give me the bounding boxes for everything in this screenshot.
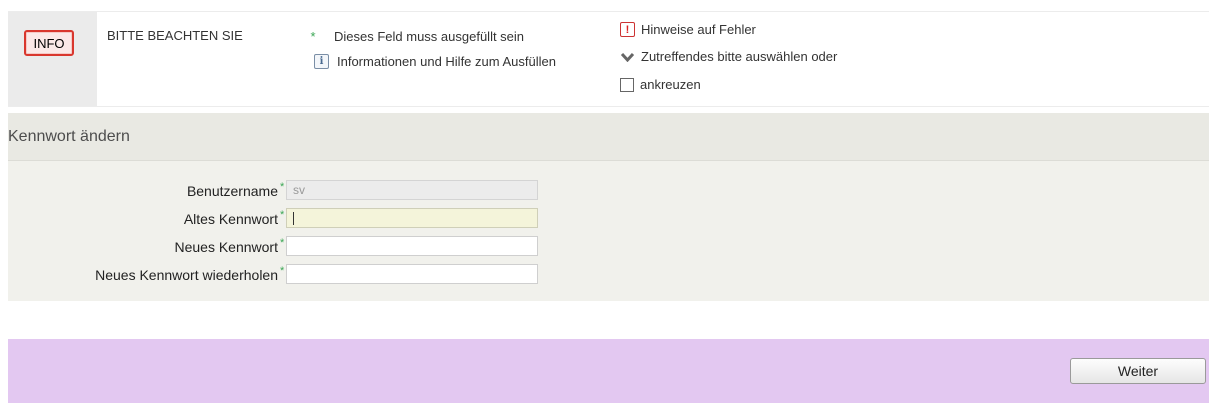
info-banner-sidebar: INFO: [8, 12, 97, 106]
legend-required: * Dieses Feld muss ausgefüllt sein: [306, 29, 524, 44]
required-star-icon: *: [280, 209, 285, 221]
page-title: Kennwort ändern: [8, 128, 130, 145]
legend-error: ! Hinweise auf Fehler: [620, 22, 756, 37]
legend-checkbox-text: ankreuzen: [640, 77, 701, 92]
checkbox-icon: [620, 77, 634, 92]
old-password-field[interactable]: [286, 208, 538, 228]
action-bar: Weiter: [8, 339, 1209, 403]
legend-checkbox: ankreuzen: [620, 77, 701, 92]
repeat-password-label: Neues Kennwort wiederholen: [95, 267, 278, 283]
text-cursor: [293, 212, 294, 225]
old-password-row: Altes Kennwort *: [8, 208, 568, 230]
required-star-icon: *: [310, 29, 316, 44]
error-icon: !: [620, 22, 635, 37]
new-password-row: Neues Kennwort *: [8, 236, 568, 258]
change-password-panel: Kennwort ändern Benutzername * sv Altes …: [8, 113, 1209, 301]
username-field: sv: [286, 180, 538, 200]
required-star-icon: *: [280, 265, 285, 277]
username-row: Benutzername * sv: [8, 180, 568, 202]
username-label: Benutzername: [186, 183, 278, 199]
info-icon: i: [314, 54, 329, 69]
new-password-field[interactable]: [286, 236, 538, 256]
info-badge: INFO: [24, 30, 74, 56]
legend-error-text: Hinweise auf Fehler: [641, 22, 756, 37]
repeat-password-row: Neues Kennwort wiederholen *: [8, 264, 568, 286]
repeat-password-field[interactable]: [286, 264, 538, 284]
new-password-label: Neues Kennwort: [174, 239, 278, 255]
legend-select: Zutreffendes bitte auswählen oder: [620, 49, 837, 64]
chevron-down-icon: [620, 49, 635, 64]
required-star-icon: *: [280, 181, 285, 193]
info-title: BITTE BEACHTEN SIE: [107, 28, 243, 43]
weiter-button[interactable]: Weiter: [1070, 358, 1206, 384]
required-star-icon: *: [280, 237, 285, 249]
info-banner: INFO BITTE BEACHTEN SIE * Dieses Feld mu…: [8, 11, 1209, 107]
old-password-label: Altes Kennwort: [183, 211, 278, 227]
legend-select-text: Zutreffendes bitte auswählen oder: [641, 49, 838, 64]
panel-header: Kennwort ändern: [8, 113, 1209, 161]
legend-help-text: Informationen und Hilfe zum Ausfüllen: [337, 54, 556, 69]
legend-help: i Informationen und Hilfe zum Ausfüllen: [314, 54, 556, 69]
legend-required-text: Dieses Feld muss ausgefüllt sein: [334, 29, 525, 44]
